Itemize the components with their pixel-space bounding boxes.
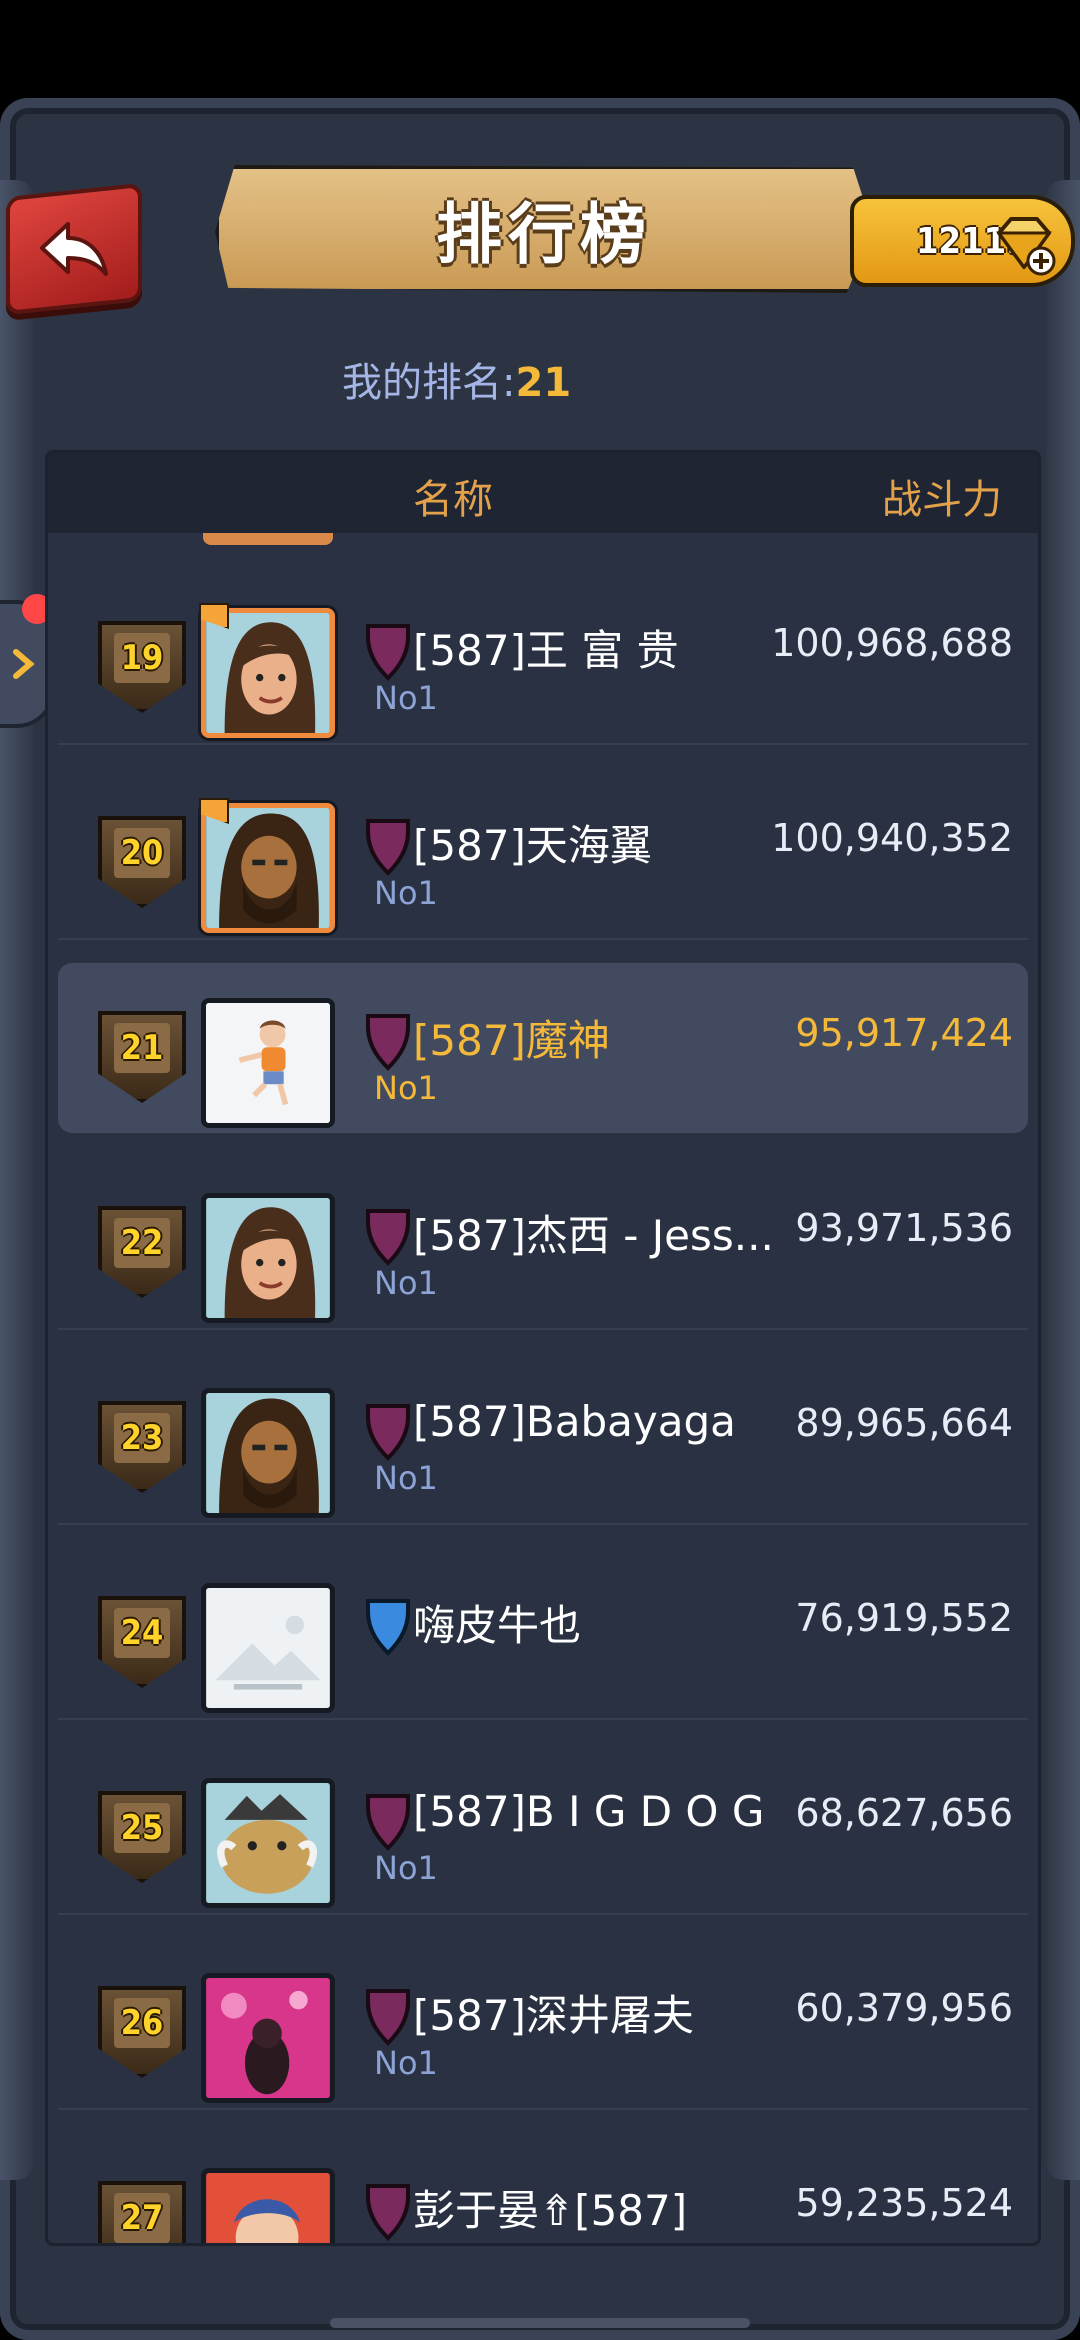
leaderboard-row[interactable]: 27 彭于晏⇮[587] 59,235,524 bbox=[58, 2133, 1028, 2243]
leaderboard-list[interactable]: 名称 战斗力 19 [587]王 富 贵 No1 100,968,688 20 bbox=[45, 450, 1041, 2246]
my-rank-label: 我的排名: bbox=[342, 360, 516, 406]
placeholder-image-icon bbox=[206, 1588, 330, 1708]
player-name: [587]深井屠夫 bbox=[413, 1991, 694, 2040]
avatar[interactable] bbox=[201, 1388, 335, 1518]
shield-purple-icon bbox=[366, 1014, 410, 1071]
rank-badge: 20 bbox=[98, 816, 186, 908]
leaderboard-row[interactable]: 23 [587]Babayaga No1 89,965,664 bbox=[58, 1353, 1028, 1525]
gem-counter[interactable]: 12119 bbox=[850, 195, 1075, 287]
frame-left-border bbox=[0, 180, 34, 2180]
power-value: 59,235,524 bbox=[795, 2181, 1013, 2225]
chevron-right-icon bbox=[13, 649, 35, 679]
power-value: 95,917,424 bbox=[795, 1011, 1013, 1055]
shield-purple-icon bbox=[366, 1404, 410, 1461]
rank-badge: 21 bbox=[98, 1011, 186, 1103]
player-subtitle: No1 bbox=[374, 874, 438, 912]
partial-avatar-edge bbox=[203, 533, 333, 545]
shield-purple-icon bbox=[366, 819, 410, 876]
rank-number: 26 bbox=[120, 2003, 164, 2043]
avatar[interactable] bbox=[201, 2168, 335, 2243]
shield-purple-icon bbox=[366, 1989, 410, 2046]
leaderboard-row[interactable]: 26 [587]深井屠夫 No1 60,379,956 bbox=[58, 1938, 1028, 2110]
rank-badge: 25 bbox=[98, 1791, 186, 1883]
rank-badge: 22 bbox=[98, 1206, 186, 1298]
player-subtitle: No1 bbox=[374, 1069, 438, 1107]
player-name: [587]Babayaga bbox=[413, 1397, 736, 1446]
power-value: 100,940,352 bbox=[771, 816, 1013, 860]
player-subtitle: No1 bbox=[374, 2044, 438, 2082]
back-arrow-icon bbox=[40, 222, 108, 276]
my-rank-value: 21 bbox=[515, 360, 572, 406]
hero-portrait-female-icon bbox=[206, 1198, 330, 1318]
rank-badge: 23 bbox=[98, 1401, 186, 1493]
beast-portrait-icon bbox=[206, 1783, 330, 1903]
home-indicator bbox=[330, 2318, 750, 2328]
player-subtitle: No1 bbox=[374, 1264, 438, 1302]
shield-purple-icon bbox=[366, 1209, 410, 1266]
diamond-plus-icon bbox=[996, 217, 1056, 276]
power-value: 60,379,956 bbox=[795, 1986, 1013, 2030]
power-value: 93,971,536 bbox=[795, 1206, 1013, 1250]
column-header-power: 战斗力 bbox=[882, 477, 1002, 523]
avatar[interactable] bbox=[201, 803, 335, 933]
shield-blue-icon bbox=[366, 1599, 410, 1656]
avatar[interactable] bbox=[201, 608, 335, 738]
player-subtitle: No1 bbox=[374, 1849, 438, 1887]
leaderboard-row[interactable]: 25 [587]B I G D O G No1 68,627,656 bbox=[58, 1743, 1028, 1915]
player-name: [587]王 富 贵 bbox=[413, 626, 679, 675]
avatar[interactable] bbox=[201, 1583, 335, 1713]
rank-number: 27 bbox=[120, 2198, 164, 2238]
player-name: [587]天海翼 bbox=[413, 821, 652, 870]
rank-number: 22 bbox=[120, 1223, 164, 1263]
leaderboard-row[interactable]: 24 嗨皮牛也 76,919,552 bbox=[58, 1548, 1028, 1720]
rank-badge: 27 bbox=[98, 2181, 186, 2243]
rank-number: 19 bbox=[120, 638, 164, 678]
list-header: 名称 战斗力 bbox=[48, 453, 1038, 533]
player-subtitle: No1 bbox=[374, 679, 438, 717]
rank-badge: 19 bbox=[98, 621, 186, 713]
shield-purple-icon bbox=[366, 624, 410, 681]
avatar[interactable] bbox=[201, 1193, 335, 1323]
player-name: [587]B I G D O G bbox=[413, 1787, 765, 1836]
shield-purple-icon bbox=[366, 1794, 410, 1851]
avatar[interactable] bbox=[201, 1778, 335, 1908]
player-name: 彭于晏⇮[587] bbox=[413, 2186, 688, 2235]
power-value: 76,919,552 bbox=[795, 1596, 1013, 1640]
hero-portrait-warrior-icon bbox=[206, 1393, 330, 1513]
shield-purple-icon bbox=[366, 2184, 410, 2241]
column-header-name: 名称 bbox=[413, 477, 493, 523]
frame-right-border bbox=[1046, 180, 1080, 2180]
rank-number: 24 bbox=[120, 1613, 164, 1653]
rank-number: 25 bbox=[120, 1808, 164, 1848]
player-name: [587]杰西 - Jess... bbox=[413, 1211, 774, 1260]
child-photo-avatar-icon bbox=[206, 1003, 330, 1123]
rank-number: 21 bbox=[120, 1028, 164, 1068]
rank-number: 20 bbox=[120, 833, 164, 873]
leaderboard-row[interactable]: 22 [587]杰西 - Jess... No1 93,971,536 bbox=[58, 1158, 1028, 1330]
title-banner: 排行榜 bbox=[215, 165, 873, 293]
back-button[interactable] bbox=[6, 182, 142, 316]
avatar[interactable] bbox=[201, 1973, 335, 2103]
power-value: 68,627,656 bbox=[795, 1791, 1013, 1835]
power-value: 89,965,664 bbox=[795, 1401, 1013, 1445]
rank-badge: 26 bbox=[98, 1986, 186, 2078]
hero-portrait-female-icon bbox=[206, 613, 330, 733]
power-value: 100,968,688 bbox=[771, 621, 1013, 665]
photo-avatar-baby-icon bbox=[206, 2173, 330, 2243]
my-rank: 我的排名:21 bbox=[342, 350, 571, 408]
rank-badge: 24 bbox=[98, 1596, 186, 1688]
photo-avatar-pink-icon bbox=[206, 1978, 330, 2098]
page-title: 排行榜 bbox=[436, 196, 652, 273]
leaderboard-row[interactable]: 19 [587]王 富 贵 No1 100,968,688 bbox=[58, 573, 1028, 745]
player-name: 嗨皮牛也 bbox=[413, 1601, 582, 1650]
hero-portrait-warrior-icon bbox=[206, 808, 330, 928]
leaderboard-row[interactable]: 20 [587]天海翼 No1 100,940,352 bbox=[58, 768, 1028, 940]
avatar[interactable] bbox=[201, 998, 335, 1128]
player-subtitle: No1 bbox=[374, 1459, 438, 1497]
leaderboard-row-self[interactable]: 21 [587]魔神 No1 95,917,424 bbox=[58, 963, 1028, 1133]
player-name: [587]魔神 bbox=[413, 1016, 610, 1065]
rank-number: 23 bbox=[120, 1418, 164, 1458]
